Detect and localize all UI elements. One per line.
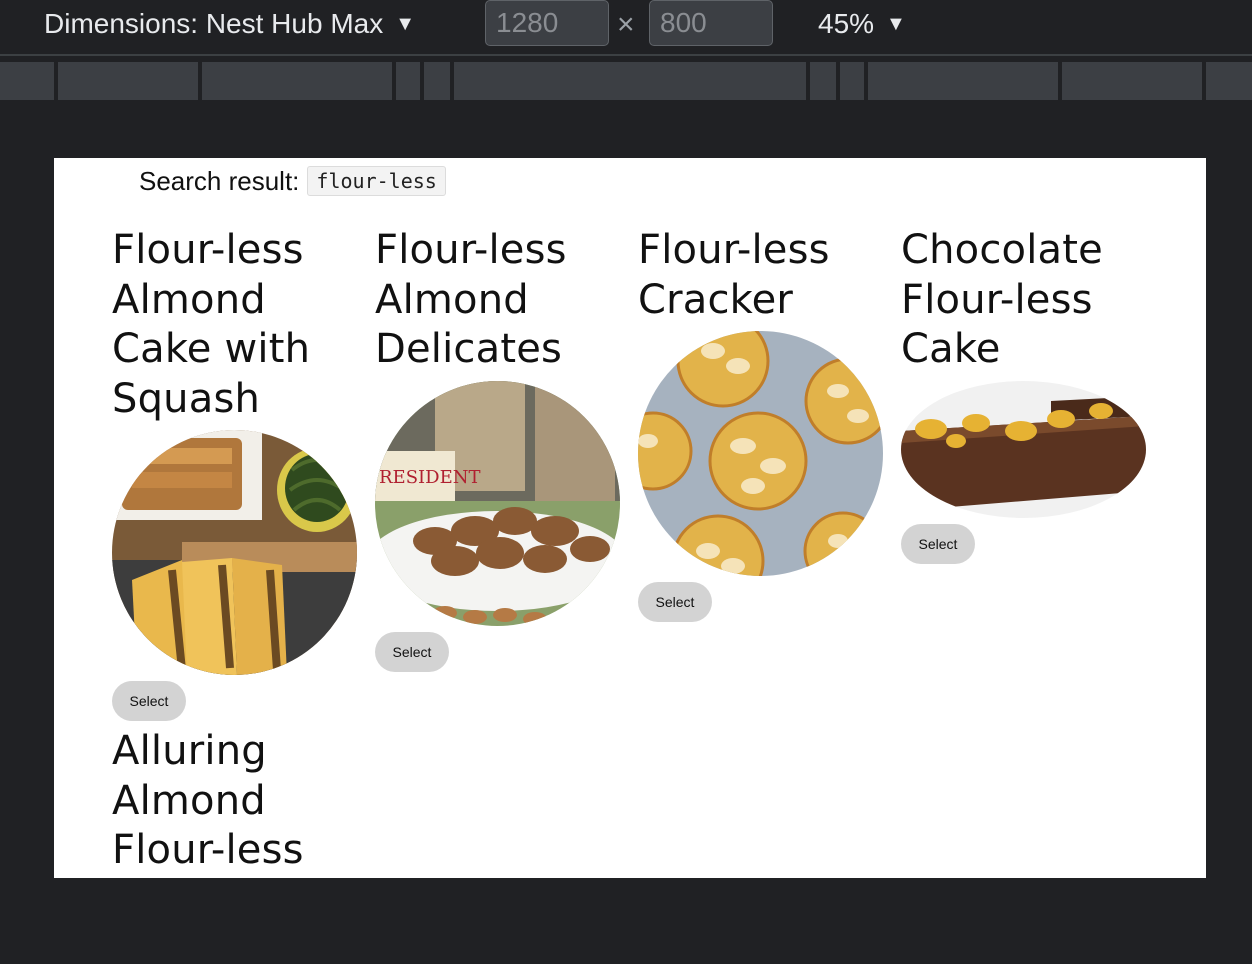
select-button[interactable]: Select bbox=[638, 582, 712, 622]
recipe-title: Flour-less Almond Cake with Squash bbox=[112, 227, 311, 422]
almond-squash-cake-photo[interactable] bbox=[112, 430, 357, 675]
media-query-segment[interactable] bbox=[450, 62, 808, 100]
search-result-label: Search result: bbox=[139, 165, 300, 196]
zoom-dropdown[interactable]: 45% ▼ bbox=[818, 6, 906, 42]
zoom-label: 45% bbox=[818, 8, 875, 39]
media-query-segment[interactable] bbox=[198, 62, 394, 100]
recipe-title: Flour-less Cracker bbox=[638, 227, 830, 323]
recipe-card: Alluring Almond Flour-less bbox=[112, 727, 362, 876]
select-button[interactable]: Select bbox=[112, 681, 186, 721]
chevron-down-icon: ▼ bbox=[395, 12, 416, 35]
recipe-card: Chocolate Flour-less Cake Select bbox=[901, 226, 1151, 564]
recipe-title: Alluring Almond Flour-less bbox=[112, 728, 304, 873]
search-query: flour-less bbox=[307, 166, 446, 196]
device-label: Dimensions: Nest Hub Max bbox=[44, 8, 384, 39]
media-query-segment[interactable] bbox=[806, 62, 838, 100]
media-query-segment[interactable] bbox=[54, 62, 200, 100]
almond-cookies-photo[interactable]: RESIDENT bbox=[375, 380, 620, 626]
almond-crackers-photo[interactable] bbox=[638, 331, 883, 576]
media-query-segment[interactable] bbox=[392, 62, 422, 100]
media-query-segment[interactable] bbox=[836, 62, 866, 100]
media-query-bar bbox=[0, 62, 1252, 100]
device-toolbar: Dimensions: Nest Hub Max ▼ × 45% ▼ bbox=[0, 0, 1252, 56]
select-button[interactable]: Select bbox=[901, 523, 975, 564]
recipe-card: Flour-less Cracker Select bbox=[638, 226, 888, 622]
select-button[interactable]: Select bbox=[375, 631, 449, 672]
recipe-title: Flour-less Almond Delicates bbox=[375, 227, 567, 372]
media-query-segment[interactable] bbox=[1202, 62, 1252, 100]
recipe-card: Flour-less Almond Cake with Squash Selec… bbox=[112, 226, 362, 721]
width-input[interactable] bbox=[485, 0, 609, 46]
height-input[interactable] bbox=[649, 0, 773, 46]
chevron-down-icon: ▼ bbox=[886, 12, 906, 35]
device-viewport: Search result: flour-less Flour-less Alm… bbox=[54, 158, 1206, 878]
chocolate-cake-photo[interactable] bbox=[901, 380, 1146, 518]
media-query-segment[interactable] bbox=[1058, 62, 1204, 100]
svg-text:RESIDENT: RESIDENT bbox=[379, 467, 480, 488]
device-dropdown[interactable]: Dimensions: Nest Hub Max ▼ bbox=[44, 6, 415, 42]
media-query-segment[interactable] bbox=[420, 62, 452, 100]
recipe-card: Flour-less Almond Delicates RESIDENT Sel… bbox=[375, 226, 625, 672]
search-result-line: Search result: flour-less bbox=[139, 164, 446, 198]
times-icon: × bbox=[617, 8, 635, 41]
media-query-segment[interactable] bbox=[864, 62, 1060, 100]
recipe-title: Chocolate Flour-less Cake bbox=[901, 227, 1103, 372]
